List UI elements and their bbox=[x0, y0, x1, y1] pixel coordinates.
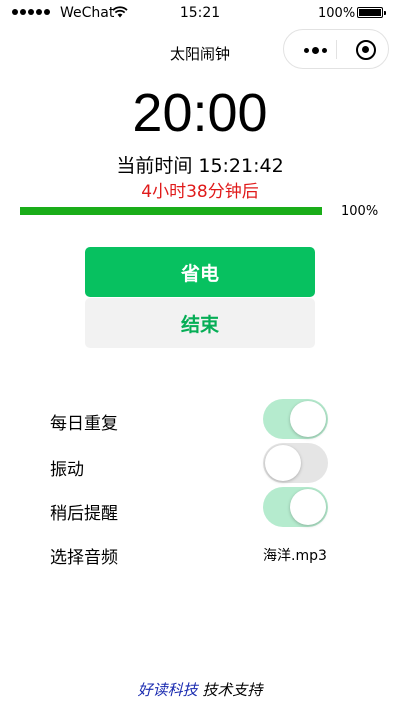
more-icon[interactable] bbox=[304, 47, 327, 54]
end-button[interactable]: 结束 bbox=[85, 298, 315, 348]
footer-text: 技术支持 bbox=[202, 681, 263, 699]
battery-icon bbox=[357, 7, 386, 18]
miniprogram-capsule bbox=[283, 29, 389, 69]
current-time: 当前时间 15:21:42 bbox=[116, 155, 284, 177]
alarm-time: 20:00 bbox=[132, 83, 268, 143]
vibrate-switch[interactable] bbox=[263, 443, 328, 483]
setting-label-audio: 选择音频 bbox=[50, 548, 118, 568]
footer-link[interactable]: 好读科技 bbox=[138, 681, 198, 699]
battery-percent: 100% bbox=[318, 6, 356, 21]
setting-label-vibrate: 振动 bbox=[50, 460, 84, 480]
footer: 好读科技 技术支持 bbox=[0, 679, 400, 700]
power-save-button[interactable]: 省电 bbox=[85, 247, 315, 297]
remaining-time: 4小时38分钟后 bbox=[141, 182, 259, 202]
capsule-divider bbox=[336, 40, 337, 59]
audio-picker[interactable]: 海洋.mp3 bbox=[263, 545, 327, 565]
close-miniprogram-icon[interactable] bbox=[356, 40, 376, 60]
setting-label-daily-repeat: 每日重复 bbox=[50, 414, 118, 434]
status-bar: WeChat 15:21 100% bbox=[0, 0, 400, 28]
snooze-switch[interactable] bbox=[263, 487, 328, 527]
progress-fill bbox=[20, 207, 322, 215]
daily-repeat-switch[interactable] bbox=[263, 399, 328, 439]
setting-label-snooze: 稍后提醒 bbox=[50, 504, 118, 524]
progress-bar bbox=[20, 207, 322, 215]
progress-label: 100% bbox=[341, 204, 379, 219]
